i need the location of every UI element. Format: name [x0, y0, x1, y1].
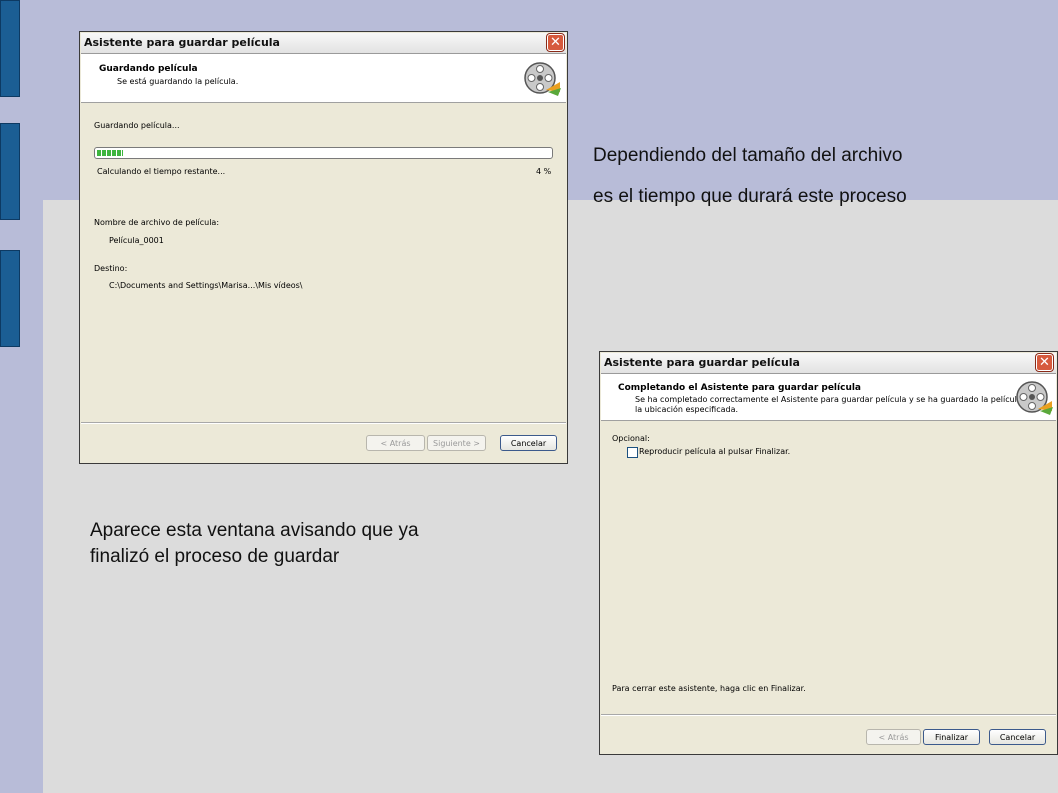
- finish-back-button[interactable]: < Atrás: [866, 729, 921, 745]
- finish-header-subtitle-2: la ubicación especificada.: [635, 405, 739, 414]
- saving-footer-separator: [81, 422, 566, 424]
- saving-close-button[interactable]: ✕: [547, 34, 564, 51]
- saving-progress-fill: [97, 150, 124, 156]
- finish-header-title: Completando el Asistente para guardar pe…: [618, 383, 862, 393]
- next-button[interactable]: Siguiente >: [427, 435, 486, 451]
- saving-header-title: Guardando película: [99, 64, 198, 74]
- film-reel-icon: [1014, 377, 1054, 417]
- cancel-button[interactable]: Cancelar: [500, 435, 557, 451]
- finish-cancel-button[interactable]: Cancelar: [989, 729, 1046, 745]
- film-reel-icon: [522, 58, 562, 98]
- filename-label: Nombre de archivo de película:: [94, 218, 220, 227]
- percent-label: 4 %: [536, 167, 552, 176]
- saving-window-title: Asistente para guardar película: [84, 36, 280, 49]
- finish-button[interactable]: Finalizar: [923, 729, 980, 745]
- filename-value: Película_0001: [109, 236, 164, 245]
- finish-title-bar: Asistente para guardar película ✕: [601, 353, 1056, 374]
- note-size-line1: Dependiendo del tamaño del archivo: [593, 145, 903, 166]
- optional-label: Opcional:: [612, 434, 650, 443]
- slide-left-band: [0, 0, 43, 793]
- saving-wizard-window: Asistente para guardar película ✕ Guarda…: [79, 31, 568, 464]
- saving-header: Guardando película Se está guardando la …: [81, 54, 566, 103]
- decor-bar-2: [0, 123, 20, 220]
- time-remaining-label: Calculando el tiempo restante...: [97, 167, 226, 176]
- finish-close-button[interactable]: ✕: [1036, 354, 1053, 371]
- play-movie-checkbox-label[interactable]: Reproducir película al pulsar Finalizar.: [639, 447, 790, 456]
- note-finished-line2: finalizó el proceso de guardar: [90, 546, 340, 567]
- note-size-line2: es el tiempo que durará este proceso: [593, 186, 907, 207]
- destination-label: Destino:: [94, 264, 128, 273]
- saving-header-subtitle: Se está guardando la película.: [117, 77, 239, 86]
- finish-wizard-window: Asistente para guardar película ✕ Comple…: [599, 351, 1058, 755]
- decor-bar-3: [0, 250, 20, 347]
- decor-bar-1: [0, 0, 20, 97]
- saving-status-label: Guardando película...: [94, 121, 180, 130]
- saving-progress-bar: [94, 147, 553, 159]
- finish-window-title: Asistente para guardar película: [604, 356, 800, 369]
- note-finished-line1: Aparece esta ventana avisando que ya: [90, 520, 419, 541]
- play-movie-checkbox[interactable]: [627, 447, 638, 458]
- finish-header: Completando el Asistente para guardar pe…: [601, 374, 1056, 421]
- finish-header-subtitle-1: Se ha completado correctamente el Asiste…: [635, 395, 1035, 404]
- finish-footer-text: Para cerrar este asistente, haga clic en…: [612, 684, 806, 693]
- finish-footer-separator: [601, 714, 1056, 716]
- back-button[interactable]: < Atrás: [366, 435, 425, 451]
- saving-title-bar: Asistente para guardar película ✕: [81, 33, 566, 54]
- destination-value: C:\Documents and Settings\Marisa...\Mis …: [109, 281, 303, 290]
